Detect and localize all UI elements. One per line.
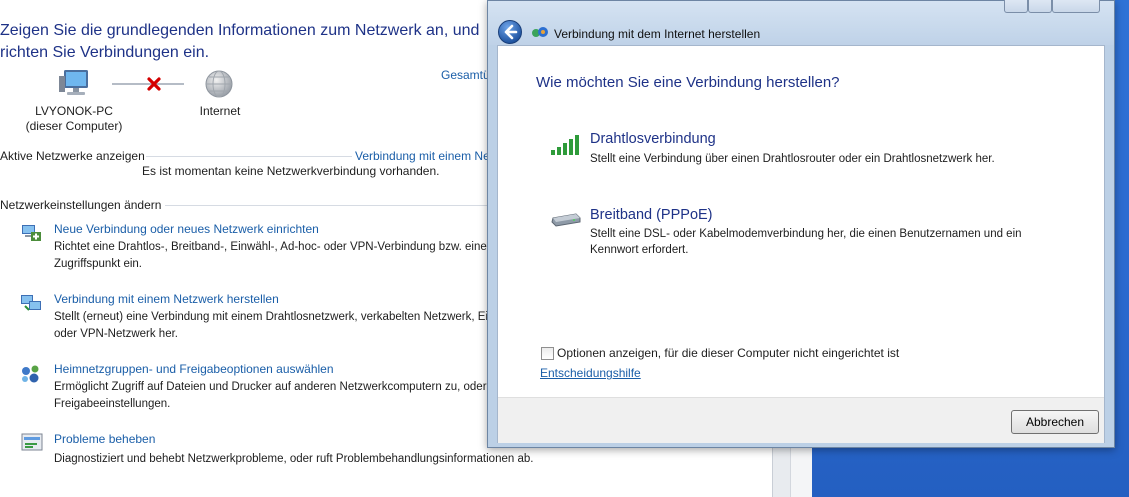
section-divider: [165, 205, 487, 206]
no-connection-text: Es ist momentan keine Netzwerkverbindung…: [142, 164, 440, 178]
back-arrow-icon[interactable]: [497, 19, 523, 45]
option-broadband[interactable]: Breitband (PPPoE) Stellt eine DSL- oder …: [550, 204, 1070, 260]
decision-help-link[interactable]: Entscheidungshilfe: [540, 366, 641, 380]
task-new-connection[interactable]: Neue Verbindung oder neues Netzwerk einr…: [0, 220, 490, 276]
show-options-checkbox-row[interactable]: Optionen anzeigen, für die dieser Comput…: [540, 346, 1040, 362]
task-connect-network[interactable]: Verbindung mit einem Netzwerk herstellen…: [0, 290, 490, 346]
show-options-checkbox[interactable]: [541, 347, 554, 360]
minimize-button[interactable]: [1004, 0, 1028, 13]
task-title[interactable]: Verbindung mit einem Netzwerk herstellen: [54, 292, 279, 306]
option-title[interactable]: Breitband (PPPoE): [590, 207, 713, 223]
network-settings-heading: Netzwerkeinstellungen ändern: [0, 198, 162, 212]
cancel-button[interactable]: Abbrechen: [1011, 410, 1099, 434]
dialog-footer: Abbrechen: [498, 397, 1104, 443]
task-description: Diagnostiziert und behebt Netzwerkproble…: [54, 453, 534, 465]
connect-internet-dialog: Verbindung mit dem Internet herstellen W…: [487, 0, 1115, 448]
maximize-button[interactable]: [1028, 0, 1052, 13]
dialog-titlebar: Verbindung mit dem Internet herstellen: [488, 0, 1114, 45]
checkbox-label[interactable]: Optionen anzeigen, für die dieser Comput…: [557, 346, 899, 360]
new-connection-icon: [22, 225, 41, 241]
error-x-icon[interactable]: [146, 76, 162, 92]
wireless-signal-icon: [551, 135, 579, 155]
network-wizard-icon: [532, 27, 548, 37]
troubleshoot-icon: [21, 433, 43, 451]
task-description: Stellt (erneut) eine Verbindung mit eine…: [54, 311, 490, 340]
dialog-content: Wie möchten Sie eine Verbindung herstell…: [497, 45, 1105, 443]
connect-network-icon: [21, 295, 41, 311]
task-description: Ermöglicht Zugriff auf Dateien und Druck…: [54, 381, 490, 410]
active-networks-heading: Aktive Netzwerke anzeigen: [0, 149, 145, 163]
close-button[interactable]: [1052, 0, 1100, 13]
computer-icon[interactable]: [56, 68, 96, 100]
task-title[interactable]: Neue Verbindung oder neues Netzwerk einr…: [54, 222, 319, 236]
section-divider: [146, 156, 352, 157]
option-description: Stellt eine Verbindung über einen Drahtl…: [590, 153, 995, 165]
internet-label: Internet: [199, 104, 241, 118]
page-heading: Zeigen Sie die grundlegenden Information…: [0, 22, 480, 61]
broadband-modem-icon: [551, 213, 581, 227]
dialog-title: Verbindung mit dem Internet herstellen: [554, 27, 761, 41]
task-description: Richtet eine Drahtlos-, Breitband-, Einw…: [54, 241, 490, 270]
option-description: Stellt eine DSL- oder Kabelmodemverbindu…: [590, 228, 1022, 256]
option-wireless[interactable]: Drahtlosverbindung Stellt eine Verbindun…: [550, 128, 1070, 168]
homegroup-icon: [22, 365, 39, 383]
option-title[interactable]: Drahtlosverbindung: [590, 131, 716, 147]
task-title[interactable]: Heimnetzgruppen- und Freigabeoptionen au…: [54, 362, 334, 376]
network-map: LVYONOK-PC (dieser Computer) Internet Ge…: [0, 66, 584, 136]
globe-icon[interactable]: [203, 68, 235, 100]
task-title[interactable]: Probleme beheben: [54, 432, 155, 446]
task-homegroup[interactable]: Heimnetzgruppen- und Freigabeoptionen au…: [0, 360, 490, 416]
computer-label: LVYONOK-PC (dieser Computer): [25, 104, 123, 133]
dialog-question: Wie möchten Sie eine Verbindung herstell…: [536, 74, 840, 91]
